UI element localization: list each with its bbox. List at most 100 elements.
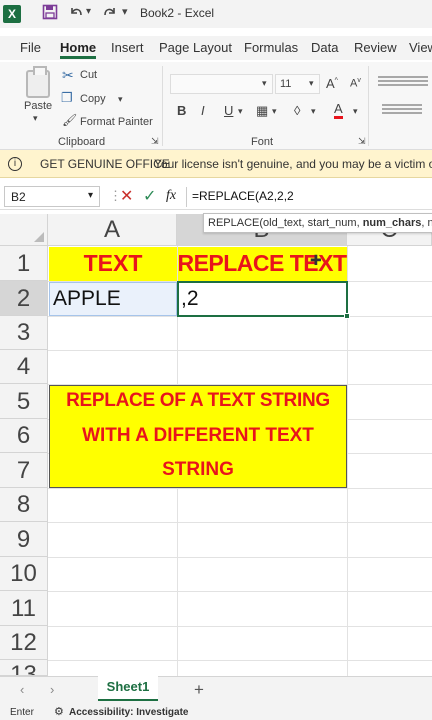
paste-label[interactable]: Paste xyxy=(24,100,52,112)
prev-sheet-icon[interactable]: ‹ xyxy=(20,682,24,697)
row-header-10[interactable]: 10 xyxy=(0,557,48,591)
mouse-cursor-icon: ✚ xyxy=(310,252,322,268)
font-size-dropdown-icon[interactable]: ▾ xyxy=(309,78,314,89)
row-header-12[interactable]: 12 xyxy=(0,626,48,660)
tab-page-layout[interactable]: Page Layout xyxy=(159,40,232,55)
cell-a2-text: APPLE xyxy=(53,287,121,310)
name-box[interactable]: B2 ▾ xyxy=(4,186,100,207)
format-painter-button[interactable]: Format Painter xyxy=(80,116,153,128)
insert-function-icon[interactable]: fx xyxy=(166,188,176,204)
sheet-tab-label: Sheet1 xyxy=(106,679,150,694)
gridline xyxy=(48,660,432,661)
underline-dropdown-icon[interactable]: ▾ xyxy=(238,106,243,117)
font-size-value: 11 xyxy=(280,78,292,90)
gridline xyxy=(48,350,432,351)
notification-title: GET GENUINE OFFICE xyxy=(40,157,170,171)
accessibility-status[interactable]: Accessibility: Investigate xyxy=(69,707,189,718)
paste-dropdown-icon[interactable]: ▾ xyxy=(33,113,38,124)
customize-icon[interactable]: ▾ xyxy=(122,5,128,18)
row-header-3[interactable]: 3 xyxy=(0,316,48,350)
italic-button[interactable]: I xyxy=(201,103,205,118)
add-sheet-button[interactable]: + xyxy=(194,680,204,700)
format-painter-icon[interactable]: 🖌 xyxy=(62,113,77,127)
increase-font-icon[interactable]: A^ xyxy=(326,76,338,91)
row-header-2[interactable]: 2 xyxy=(0,281,48,316)
ribbon-separator xyxy=(368,66,369,146)
undo-dropdown-icon[interactable]: ▾ xyxy=(86,6,91,17)
align-top-icon[interactable] xyxy=(378,76,428,78)
row-header-4[interactable]: 4 xyxy=(0,350,48,384)
font-color-icon[interactable]: A xyxy=(334,102,343,119)
tab-view[interactable]: View xyxy=(409,40,432,55)
underline-button[interactable]: U xyxy=(224,103,233,118)
window-title: Book2 - Excel xyxy=(140,6,215,20)
cell-b1-text: REPLACE TEXT xyxy=(177,250,347,276)
accessibility-icon[interactable]: ⚙ xyxy=(54,705,64,718)
gridline xyxy=(48,591,432,592)
tab-home[interactable]: Home xyxy=(60,40,97,59)
row-header-13[interactable]: 13 xyxy=(0,660,48,676)
cancel-icon[interactable]: ✕ xyxy=(120,186,133,206)
tab-insert[interactable]: Insert xyxy=(111,40,144,55)
merged-cell-line-1: REPLACE OF A TEXT STRING xyxy=(66,390,330,411)
sheet-tab-bar: ‹ › Sheet1 + xyxy=(0,676,432,704)
row-header-8[interactable]: 8 xyxy=(0,488,48,522)
cell-b2-fill-handle[interactable] xyxy=(344,313,350,319)
ribbon-tabs: File Home Insert Page Layout Formulas Da… xyxy=(0,36,432,60)
tab-formulas[interactable]: Formulas xyxy=(244,40,298,55)
fill-color-dropdown-icon[interactable]: ▾ xyxy=(311,106,316,117)
alignment-group xyxy=(376,72,432,96)
function-tooltip[interactable]: REPLACE(old_text, start_num, num_chars, … xyxy=(203,213,432,233)
save-icon[interactable] xyxy=(42,4,58,24)
tab-review[interactable]: Review xyxy=(354,40,397,55)
row-header-9[interactable]: 9 xyxy=(0,522,48,557)
font-color-dropdown-icon[interactable]: ▾ xyxy=(353,106,358,117)
font-expand-icon[interactable]: ⇲ xyxy=(358,136,366,147)
merged-cell-line-2: WITH A DIFFERENT TEXT xyxy=(82,425,314,446)
column-header-a[interactable]: A xyxy=(48,214,177,246)
enter-icon[interactable]: ✓ xyxy=(143,186,156,206)
gridline xyxy=(48,626,432,627)
cut-button[interactable]: Cut xyxy=(80,69,97,81)
sheet-tab-sheet1[interactable]: Sheet1 xyxy=(98,676,158,701)
font-group-label: Font xyxy=(251,136,274,148)
copy-dropdown-icon[interactable]: ▾ xyxy=(118,94,123,105)
row-header-11[interactable]: 11 xyxy=(0,591,48,626)
copy-button[interactable]: Copy xyxy=(80,93,106,105)
name-box-dropdown-icon[interactable]: ▾ xyxy=(88,190,93,201)
bold-button[interactable]: B xyxy=(177,103,186,118)
select-all-corner[interactable] xyxy=(0,214,48,246)
clipboard-expand-icon[interactable]: ⇲ xyxy=(151,136,159,147)
copy-icon[interactable]: ❐ xyxy=(61,90,73,106)
redo-icon[interactable] xyxy=(102,4,118,24)
tab-file[interactable]: File xyxy=(20,40,41,55)
row-header-6[interactable]: 6 xyxy=(0,419,48,453)
borders-dropdown-icon[interactable]: ▾ xyxy=(272,106,277,117)
undo-icon[interactable] xyxy=(68,4,84,24)
gridline xyxy=(48,557,432,558)
cell-b2-active[interactable] xyxy=(177,281,348,317)
decrease-font-icon[interactable]: Av xyxy=(350,77,361,90)
tab-data[interactable]: Data xyxy=(311,40,338,55)
row-header-5[interactable]: 5 xyxy=(0,384,48,419)
row-header-7[interactable]: 7 xyxy=(0,453,48,488)
paste-icon[interactable] xyxy=(26,66,50,98)
formula-bar: B2 ▾ ⋮ ✕ ✓ fx =REPLACE(A2,2,2 xyxy=(0,184,432,210)
gridline xyxy=(48,522,432,523)
font-name-dropdown-icon[interactable]: ▾ xyxy=(262,78,267,89)
title-bar: X ▾ ▾ Book2 - Excel xyxy=(0,0,432,28)
cell-a1-text: TEXT xyxy=(83,250,143,276)
fill-color-icon[interactable]: ◊ xyxy=(294,103,300,118)
row-header-1[interactable]: 1 xyxy=(0,246,48,281)
tooltip-prefix: REPLACE(old_text, start_num, xyxy=(208,217,363,229)
merged-cell-line-3: STRING xyxy=(162,459,234,480)
formula-input[interactable]: =REPLACE(A2,2,2 xyxy=(192,189,294,203)
font-name-dropdown[interactable] xyxy=(170,74,273,94)
cut-icon[interactable]: ✂ xyxy=(62,67,74,84)
formula-divider xyxy=(186,187,187,207)
align-lines-icon[interactable] xyxy=(382,104,422,106)
ribbon-separator xyxy=(162,66,163,146)
borders-icon[interactable]: ▦ xyxy=(256,103,268,119)
status-mode: Enter xyxy=(10,707,34,718)
next-sheet-icon[interactable]: › xyxy=(50,682,54,697)
